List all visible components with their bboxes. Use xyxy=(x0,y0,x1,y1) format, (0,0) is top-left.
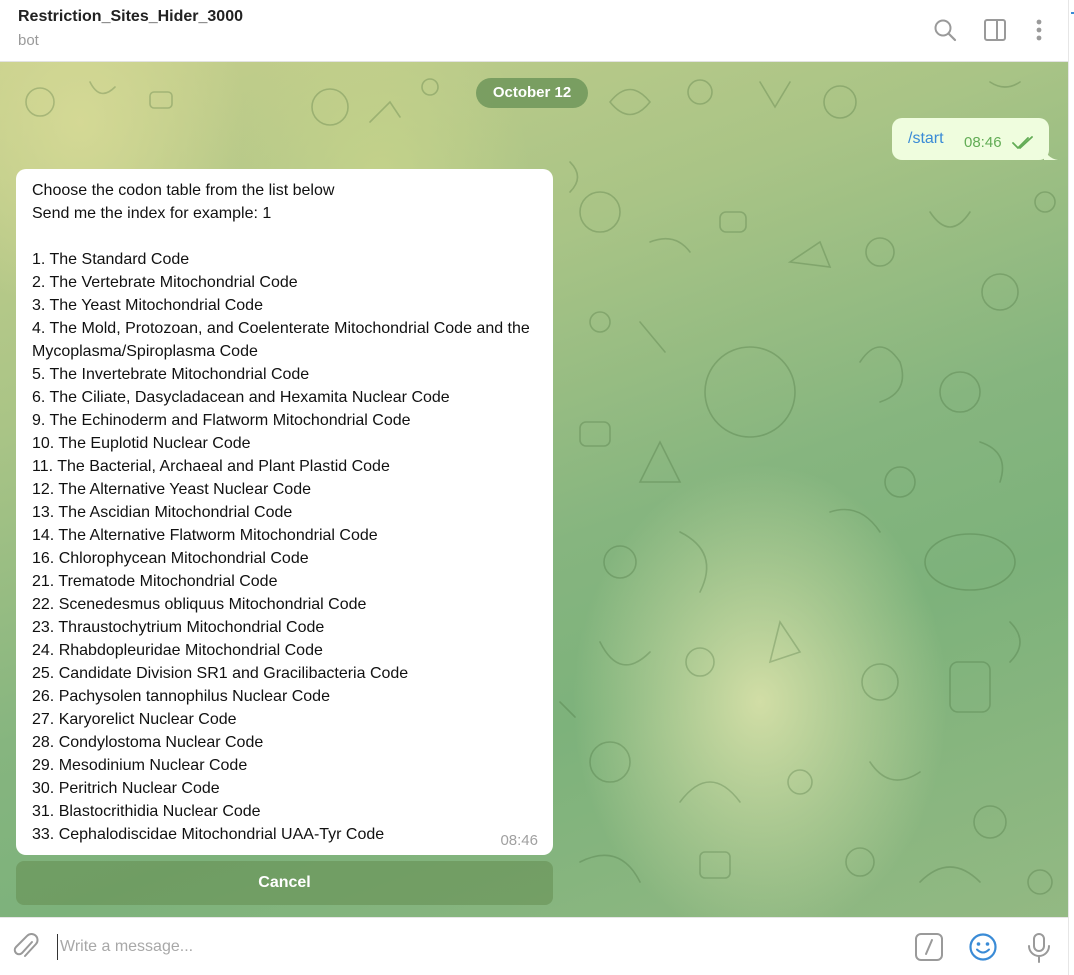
message-line: Send me the index for example: 1 xyxy=(32,205,272,222)
message-line: 14. The Alternative Flatworm Mitochondri… xyxy=(32,527,378,544)
date-separator: October 12 xyxy=(476,78,588,108)
window-edge xyxy=(1068,0,1074,975)
message-line: 33. Cephalodiscidae Mitochondrial UAA-Ty… xyxy=(32,826,385,843)
message-line: 2. The Vertebrate Mitochondrial Code xyxy=(32,274,298,291)
outgoing-message-text[interactable]: /start xyxy=(908,130,944,148)
message-line: 24. Rhabdopleuridae Mitochondrial Code xyxy=(32,642,323,659)
message-line: 11. The Bacterial, Archaeal and Plant Pl… xyxy=(32,458,390,475)
message-line: 27. Karyorelict Nuclear Code xyxy=(32,711,237,728)
chat-header: Restriction_Sites_Hider_3000 bot xyxy=(0,0,1068,62)
chat-title[interactable]: Restriction_Sites_Hider_3000 xyxy=(18,8,243,26)
outgoing-message[interactable]: /start 08:46 xyxy=(892,118,1049,160)
message-line: 9. The Echinoderm and Flatworm Mitochond… xyxy=(32,412,411,429)
message-line: 21. Trematode Mitochondrial Code xyxy=(32,573,278,590)
message-line: 26. Pachysolen tannophilus Nuclear Code xyxy=(32,688,330,705)
more-vertical-icon[interactable] xyxy=(1025,16,1053,44)
message-composer xyxy=(0,917,1068,975)
message-line: 10. The Euplotid Nuclear Code xyxy=(32,435,251,452)
incoming-message[interactable]: Choose the codon table from the list bel… xyxy=(16,169,553,855)
message-line: 12. The Alternative Yeast Nuclear Code xyxy=(32,481,311,498)
message-line: 22. Scenedesmus obliquus Mitochondrial C… xyxy=(32,596,367,613)
message-line: 4. The Mold, Protozoan, and Coelenterate… xyxy=(32,320,535,360)
message-input[interactable] xyxy=(57,934,880,960)
message-line: 13. The Ascidian Mitochondrial Code xyxy=(32,504,293,521)
message-line: 1. The Standard Code xyxy=(32,251,190,268)
emoji-icon[interactable] xyxy=(968,932,998,962)
message-line: 30. Peritrich Nuclear Code xyxy=(32,780,220,797)
chat-background: October 12 /start 08:46 Choose the codon… xyxy=(0,62,1068,917)
message-line: 16. Chlorophycean Mitochondrial Code xyxy=(32,550,309,567)
message-line: 5. The Invertebrate Mitochondrial Code xyxy=(32,366,310,383)
telegram-window: Restriction_Sites_Hider_3000 bot October… xyxy=(0,0,1068,975)
sidebar-icon[interactable] xyxy=(981,16,1009,44)
search-icon[interactable] xyxy=(931,16,959,44)
message-line: 31. Blastocrithidia Nuclear Code xyxy=(32,803,261,820)
cancel-button[interactable]: Cancel xyxy=(16,861,553,905)
bot-commands-icon[interactable] xyxy=(914,932,944,962)
incoming-message-time: 08:46 xyxy=(500,832,538,849)
attach-icon[interactable] xyxy=(12,932,40,962)
chat-subtitle: bot xyxy=(18,32,39,49)
incoming-message-text: Choose the codon table from the list bel… xyxy=(32,179,542,846)
message-line: 28. Condylostoma Nuclear Code xyxy=(32,734,264,751)
message-line: 6. The Ciliate, Dasycladacean and Hexami… xyxy=(32,389,450,406)
message-line: Choose the codon table from the list bel… xyxy=(32,182,335,199)
message-line xyxy=(32,225,542,248)
double-check-icon xyxy=(1012,136,1033,149)
message-line: 25. Candidate Division SR1 and Graciliba… xyxy=(32,665,409,682)
outgoing-message-time: 08:46 xyxy=(964,134,1002,151)
message-line: 3. The Yeast Mitochondrial Code xyxy=(32,297,263,314)
microphone-icon[interactable] xyxy=(1025,932,1053,964)
message-line: 29. Mesodinium Nuclear Code xyxy=(32,757,248,774)
message-line: 23. Thraustochytrium Mitochondrial Code xyxy=(32,619,325,636)
